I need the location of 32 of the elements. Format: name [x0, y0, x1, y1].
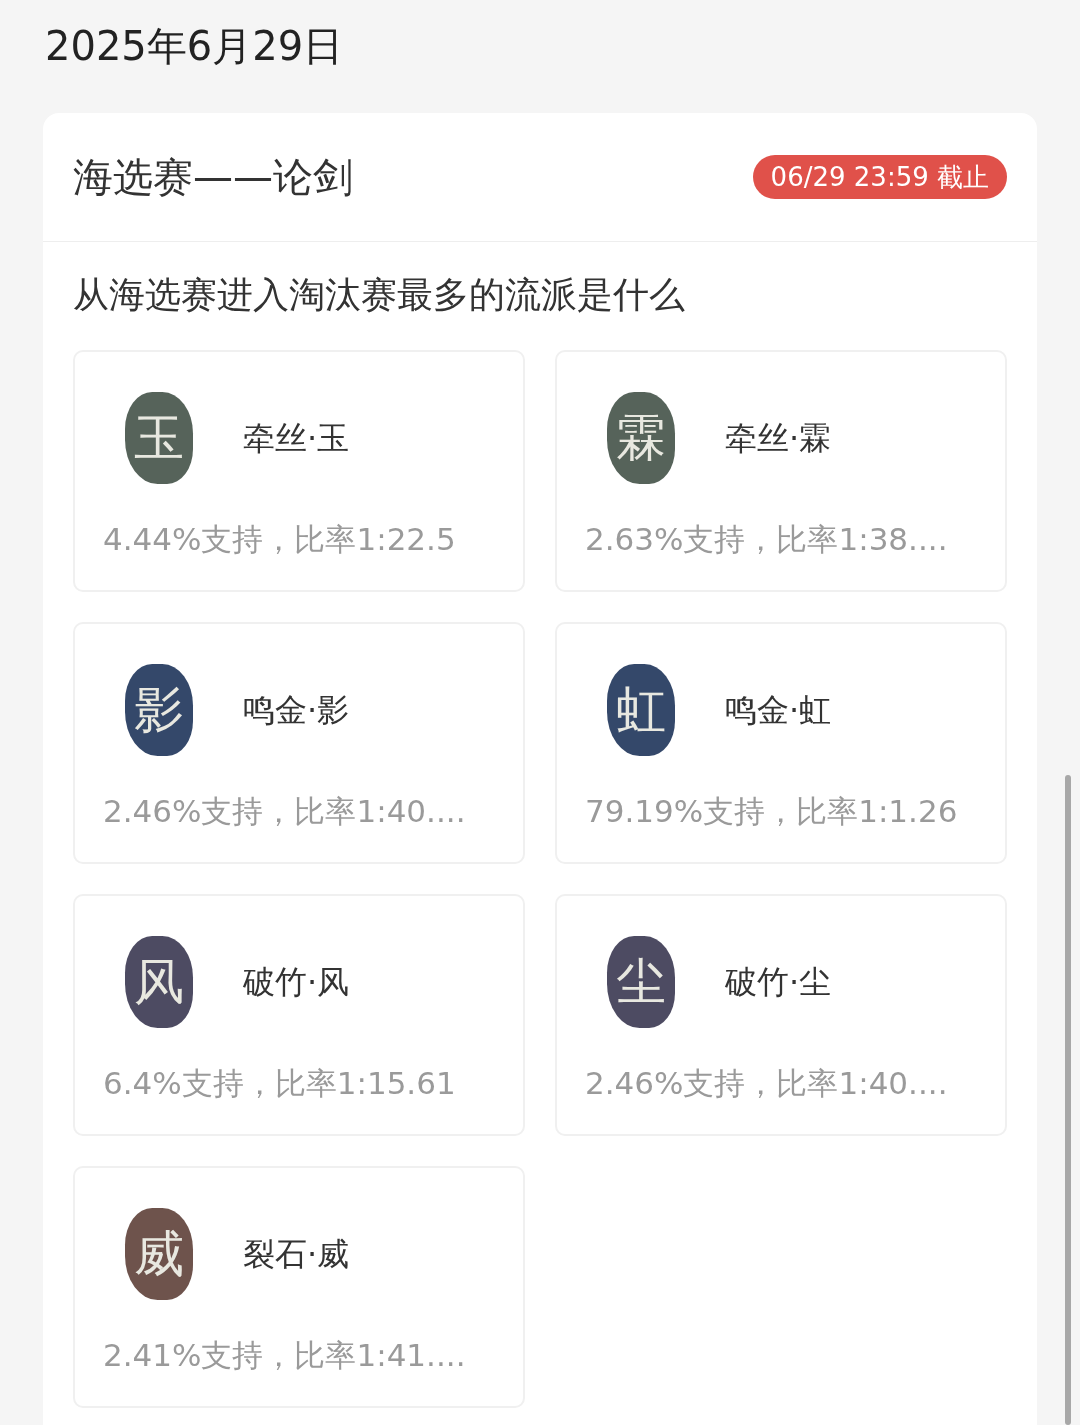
seal-icon: 霖: [607, 392, 675, 484]
option-name: 鸣金·影: [243, 690, 350, 731]
option-name: 牵丝·霖: [725, 418, 832, 459]
support-stat: 2.46%支持，比率1:40....: [103, 792, 467, 831]
option-card[interactable]: 威 裂石·威 2.41%支持，比率1:41....: [73, 1166, 525, 1408]
support-stat: 6.4%支持，比率1:15.61: [103, 1064, 457, 1103]
seal-icon: 玉: [125, 392, 193, 484]
seal-icon: 影: [125, 664, 193, 756]
seal-icon: 威: [125, 1208, 193, 1300]
seal-icon: 风: [125, 936, 193, 1028]
support-stat: 4.44%支持，比率1:22.5: [103, 520, 457, 559]
question-text: 从海选赛进入淘汰赛最多的流派是什么: [73, 273, 686, 317]
date-heading: 2025年6月29日: [45, 22, 344, 71]
support-stat: 2.41%支持，比率1:41....: [103, 1336, 467, 1375]
option-card[interactable]: 尘 破竹·尘 2.46%支持，比率1:40....: [555, 894, 1007, 1136]
seal-icon: 虹: [607, 664, 675, 756]
support-stat: 79.19%支持，比率1:1.26: [585, 792, 959, 831]
option-name: 破竹·尘: [725, 962, 832, 1003]
deadline-badge: 06/29 23:59 截止: [752, 155, 1007, 199]
option-card[interactable]: 霖 牵丝·霖 2.63%支持，比率1:38....: [555, 350, 1007, 592]
option-name: 破竹·风: [243, 962, 350, 1003]
option-card[interactable]: 影 鸣金·影 2.46%支持，比率1:40....: [73, 622, 525, 864]
option-name: 鸣金·虹: [725, 690, 832, 731]
option-card[interactable]: 玉 牵丝·玉 4.44%支持，比率1:22.5: [73, 350, 525, 592]
support-stat: 2.63%支持，比率1:38....: [585, 520, 949, 559]
seal-icon: 尘: [607, 936, 675, 1028]
option-card[interactable]: 虹 鸣金·虹 79.19%支持，比率1:1.26: [555, 622, 1007, 864]
option-name: 裂石·威: [243, 1234, 350, 1275]
support-stat: 2.46%支持，比率1:40....: [585, 1064, 949, 1103]
option-name: 牵丝·玉: [243, 418, 350, 459]
option-card[interactable]: 风 破竹·风 6.4%支持，比率1:15.61: [73, 894, 525, 1136]
event-title: 海选赛——论剑: [73, 153, 353, 202]
